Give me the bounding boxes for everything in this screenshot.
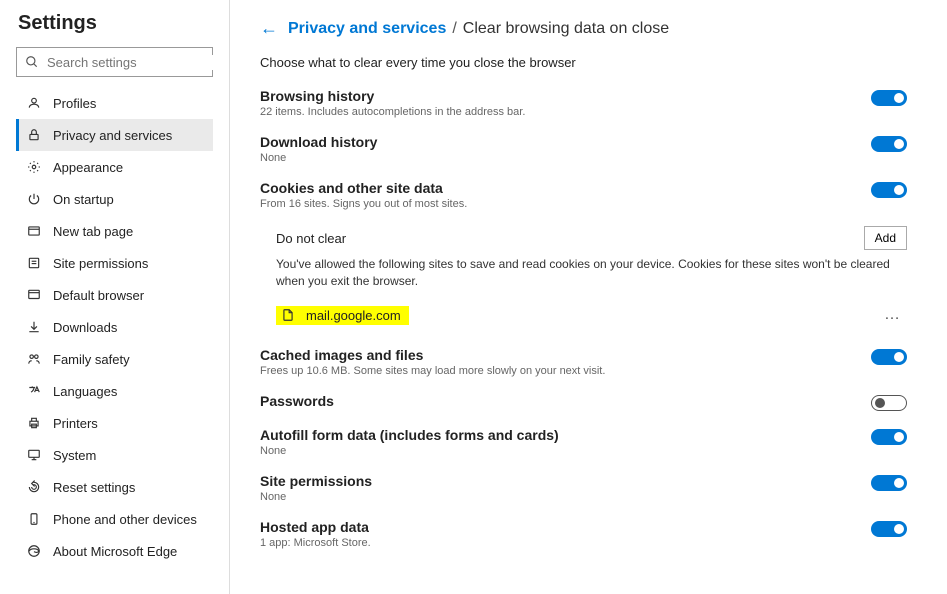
back-arrow-icon[interactable]: ←	[260, 18, 278, 39]
toggle-cookies[interactable]	[871, 182, 907, 198]
newtab-icon	[25, 224, 43, 238]
search-input[interactable]	[47, 55, 223, 70]
toggle-sitepermissions[interactable]	[871, 475, 907, 491]
setting-title: Autofill form data (includes forms and c…	[260, 427, 851, 443]
download-icon	[25, 320, 43, 334]
breadcrumb-current: Clear browsing data on close	[463, 20, 669, 38]
setting-subtitle: From 16 sites. Signs you out of most sit…	[260, 198, 851, 210]
setting-title: Browsing history	[260, 88, 851, 104]
sidebar-item-system[interactable]: System	[16, 439, 213, 471]
main-content: ← Privacy and services / Clear browsing …	[230, 0, 947, 594]
breadcrumb-separator: /	[452, 20, 456, 38]
add-button[interactable]: Add	[864, 226, 907, 250]
sidebar-item-sitepermissions[interactable]: Site permissions	[16, 247, 213, 279]
setting-passwords: Passwords	[260, 393, 907, 411]
page-intro: Choose what to clear every time you clos…	[260, 55, 907, 70]
reset-icon	[25, 480, 43, 494]
search-box[interactable]	[16, 47, 213, 77]
sidebar-item-phone[interactable]: Phone and other devices	[16, 503, 213, 535]
family-icon	[25, 352, 43, 366]
setting-title: Cookies and other site data	[260, 180, 851, 196]
more-options-button[interactable]: …	[878, 306, 907, 324]
lock-icon	[25, 128, 43, 142]
sidebar-item-label: Default browser	[53, 288, 144, 303]
site-row: mail.google.com …	[276, 302, 907, 329]
setting-autofill: Autofill form data (includes forms and c…	[260, 427, 907, 457]
breadcrumb: ← Privacy and services / Clear browsing …	[260, 18, 907, 39]
browser-icon	[25, 288, 43, 302]
setting-sitepermissions: Site permissions None	[260, 473, 907, 503]
setting-title: Site permissions	[260, 473, 851, 489]
do-not-clear-group: Do not clear Add You've allowed the foll…	[276, 226, 907, 329]
profile-icon	[25, 96, 43, 110]
highlight-annotation: mail.google.com	[276, 306, 409, 325]
edge-icon	[25, 544, 43, 558]
power-icon	[25, 192, 43, 206]
do-not-clear-title: Do not clear	[276, 231, 346, 246]
sidebar-item-label: Downloads	[53, 320, 117, 335]
setting-cookies: Cookies and other site data From 16 site…	[260, 180, 907, 210]
sidebar-item-languages[interactable]: Languages	[16, 375, 213, 407]
printer-icon	[25, 416, 43, 430]
search-icon	[25, 55, 39, 69]
sidebar-item-label: On startup	[53, 192, 114, 207]
setting-subtitle: None	[260, 491, 851, 503]
toggle-passwords[interactable]	[871, 395, 907, 411]
toggle-autofill[interactable]	[871, 429, 907, 445]
setting-title: Download history	[260, 134, 851, 150]
sidebar-item-label: Printers	[53, 416, 98, 431]
do-not-clear-description: You've allowed the following sites to sa…	[276, 256, 907, 290]
setting-subtitle: Frees up 10.6 MB. Some sites may load mo…	[260, 365, 851, 377]
setting-subtitle: None	[260, 152, 851, 164]
sidebar-item-label: Privacy and services	[53, 128, 172, 143]
setting-title: Cached images and files	[260, 347, 851, 363]
sidebar-item-label: System	[53, 448, 96, 463]
sidebar-item-label: Phone and other devices	[53, 512, 197, 527]
setting-subtitle: 1 app: Microsoft Store.	[260, 537, 851, 549]
sidebar-item-appearance[interactable]: Appearance	[16, 151, 213, 183]
sidebar-item-reset[interactable]: Reset settings	[16, 471, 213, 503]
permissions-icon	[25, 256, 43, 270]
phone-icon	[25, 512, 43, 526]
sidebar-item-label: Site permissions	[53, 256, 148, 271]
setting-title: Hosted app data	[260, 519, 851, 535]
sidebar-item-privacy[interactable]: Privacy and services	[16, 119, 213, 151]
sidebar-item-startup[interactable]: On startup	[16, 183, 213, 215]
sidebar-item-downloads[interactable]: Downloads	[16, 311, 213, 343]
sidebar-item-label: New tab page	[53, 224, 133, 239]
toggle-download-history[interactable]	[871, 136, 907, 152]
setting-browsing-history: Browsing history 22 items. Includes auto…	[260, 88, 907, 118]
page-icon	[280, 308, 296, 322]
toggle-hosted[interactable]	[871, 521, 907, 537]
breadcrumb-parent-link[interactable]: Privacy and services	[288, 20, 446, 38]
toggle-cached[interactable]	[871, 349, 907, 365]
sidebar-item-family[interactable]: Family safety	[16, 343, 213, 375]
sidebar-item-printers[interactable]: Printers	[16, 407, 213, 439]
sidebar-item-defaultbrowser[interactable]: Default browser	[16, 279, 213, 311]
settings-title: Settings	[16, 12, 213, 35]
setting-subtitle: 22 items. Includes autocompletions in th…	[260, 106, 851, 118]
sidebar-item-label: About Microsoft Edge	[53, 544, 177, 559]
sidebar-nav: Profiles Privacy and services Appearance…	[16, 87, 213, 567]
appearance-icon	[25, 160, 43, 174]
setting-title: Passwords	[260, 393, 851, 409]
sidebar-item-label: Appearance	[53, 160, 123, 175]
system-icon	[25, 448, 43, 462]
setting-subtitle: None	[260, 445, 851, 457]
language-icon	[25, 384, 43, 398]
sidebar-item-label: Languages	[53, 384, 117, 399]
sidebar-item-label: Profiles	[53, 96, 96, 111]
setting-hosted: Hosted app data 1 app: Microsoft Store.	[260, 519, 907, 549]
setting-download-history: Download history None	[260, 134, 907, 164]
toggle-browsing-history[interactable]	[871, 90, 907, 106]
sidebar-item-label: Family safety	[53, 352, 130, 367]
site-name: mail.google.com	[306, 308, 401, 323]
setting-cached: Cached images and files Frees up 10.6 MB…	[260, 347, 907, 377]
sidebar-item-profiles[interactable]: Profiles	[16, 87, 213, 119]
sidebar-item-newtab[interactable]: New tab page	[16, 215, 213, 247]
sidebar-item-label: Reset settings	[53, 480, 135, 495]
sidebar-item-about[interactable]: About Microsoft Edge	[16, 535, 213, 567]
